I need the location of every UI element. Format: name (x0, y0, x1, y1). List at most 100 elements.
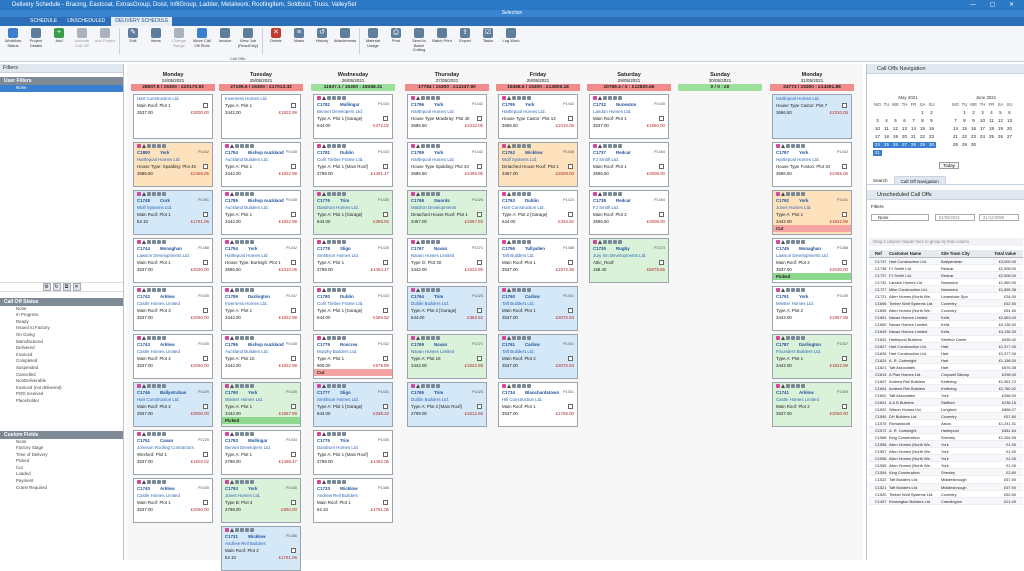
calendar-day[interactable]: 13 (900, 126, 909, 132)
call-off-ref[interactable]: C1799 (411, 150, 424, 155)
calendar-day[interactable]: 1 (960, 110, 969, 116)
calendar-day[interactable]: 2 (927, 110, 936, 116)
call-off-card[interactable]: C1761 Carlow P1401 Taft Builders Ltd. Main R… (498, 334, 578, 379)
filter-item[interactable]: Factory Stage (0, 445, 123, 452)
call-off-card[interactable]: C1748 Cork P1391 Wolf Systems Ltd. Main Roof… (133, 190, 213, 235)
select-checkbox[interactable] (203, 356, 208, 361)
copy-icon[interactable]: ⧉ (62, 282, 71, 291)
select-checkbox[interactable] (659, 212, 664, 217)
table-row[interactable]: C1601 A & B Builders Stafford £236.15 (869, 398, 1023, 406)
col-town[interactable]: Site Town City (941, 250, 985, 257)
calendar-day[interactable]: 25 (882, 142, 891, 148)
call-off-card[interactable]: C1796 York P1442 Hartlepool Homes Ltd. House… (407, 94, 487, 139)
table-row[interactable]: C1592 Wilson Homes Ltd. Longford £866.07 (869, 406, 1023, 414)
calendar-day[interactable]: 17 (978, 126, 987, 132)
table-row[interactable]: C1626 Hart Construction Ltd. Hart £1,377.00 (869, 350, 1023, 357)
table-row[interactable]: C1554 King Construction Shenley £2.80 (869, 469, 1023, 477)
select-checkbox[interactable] (291, 404, 296, 409)
june-year[interactable]: 2021 (986, 95, 996, 100)
select-checkbox[interactable] (203, 103, 208, 108)
call-off-status-header[interactable]: Call Off Status (0, 297, 123, 306)
filter-item[interactable]: Invoiced (0, 352, 123, 359)
select-checkbox[interactable] (383, 356, 388, 361)
calendar-day[interactable]: 9 (969, 118, 978, 124)
table-row[interactable]: C1520 Timber Wolf Systems Ltd. Coventry £52… (869, 491, 1023, 498)
table-row[interactable]: C1621 Taft Associates Hart £676.38 (869, 364, 1023, 371)
calendar-day[interactable]: 14 (951, 126, 960, 132)
table-row[interactable]: C1575 Richardcraft Aston £1,241.31 (869, 420, 1023, 428)
select-checkbox[interactable] (291, 356, 296, 361)
project-button[interactable]: Project Details (25, 26, 47, 54)
table-row[interactable]: C1738 FJ Smith Ltd. Redcar £2,508.00 (869, 265, 1023, 273)
select-checkbox[interactable] (291, 103, 296, 108)
select-checkbox[interactable] (659, 116, 664, 121)
calendar-day[interactable]: 20 (900, 134, 909, 140)
table-row[interactable]: C1568 King Construction Shenley £1,254.55 (869, 434, 1023, 442)
call-off-card[interactable]: C1745 Monaghan P1388 Lawson Developments Lt… (772, 238, 852, 283)
call-off-card[interactable]: C1790 York P1439 Minster Homes Ltd. Type A: … (221, 382, 301, 427)
calendar-day[interactable]: 15 (918, 126, 927, 132)
table-row[interactable]: C1732 Landon Homes Ltd. Nuneaton £1,960.00 (869, 279, 1023, 287)
calendar-day[interactable]: 27 (1005, 134, 1014, 140)
call-off-card[interactable]: C1756 Tullyallen P1388 Taft Builders Ltd. Ma… (498, 238, 578, 283)
col-value[interactable]: Total Value (985, 250, 1019, 257)
filter-item[interactable]: None (0, 306, 123, 313)
calendar-day[interactable]: 4 (882, 118, 891, 124)
select-checkbox[interactable] (477, 116, 482, 121)
attachment-button[interactable]: Attachments (334, 26, 356, 54)
select-checkbox[interactable] (383, 116, 388, 121)
filter-item[interactable]: Picked (0, 458, 123, 465)
select-checkbox[interactable] (203, 164, 208, 169)
select-checkbox[interactable] (568, 116, 573, 121)
may-month[interactable]: May (898, 95, 906, 100)
table-row[interactable]: C1721 Allen Homes (North We.. Lowestoke Sp… (869, 293, 1023, 301)
calendar-day[interactable]: 15 (960, 126, 969, 132)
calendar-day[interactable]: 3 (873, 118, 882, 124)
select-checkbox[interactable] (203, 308, 208, 313)
table-row[interactable]: C1695 Allen Homes (North We.. Coventry £51.… (869, 307, 1023, 315)
call-off-ref[interactable]: C1768 (411, 198, 424, 203)
calendar-day[interactable]: 22 (960, 134, 969, 140)
date-from-input[interactable]: 01/05/2021 (935, 214, 975, 221)
invoice-button[interactable]: Invoice (214, 26, 236, 54)
call-off-ref[interactable]: C1797 (776, 150, 789, 155)
call-off-card[interactable]: C1782 Mullingar P1434 Bennet Developers Ltd… (313, 94, 393, 139)
select-checkbox[interactable] (203, 500, 208, 505)
window-controls[interactable]: — ▢ ✕ (970, 0, 1020, 10)
call-off-ref[interactable]: C1760 (502, 294, 515, 299)
settings-icon[interactable]: ⚙ (42, 282, 51, 291)
tab-delivery-schedule[interactable]: DELIVERY SCHEDULE (111, 17, 173, 26)
table-row[interactable]: C1727 Mike Construction Ltd. Nuneaton £1,69… (869, 286, 1023, 294)
calendar-day[interactable]: 12 (891, 126, 900, 132)
call-off-ref[interactable]: C1746 (137, 390, 150, 395)
call-off-ref[interactable]: C1761 (502, 342, 515, 347)
call-off-card[interactable]: C1797 York P1442 Hartlepool Homes Ltd. House… (772, 142, 852, 187)
select-checkbox[interactable] (383, 164, 388, 169)
calendar-day[interactable]: 21 (909, 134, 918, 140)
calendar-day[interactable]: 27 (900, 142, 909, 148)
select-checkbox[interactable] (203, 404, 208, 409)
table-row[interactable]: C1590 DH Builders Ltd. Coventry £57.60 (869, 413, 1023, 421)
call-off-card[interactable]: C1776 Trim P1430 Dandrum Homes Ltd. Type A: … (313, 190, 393, 235)
batch-button[interactable]: Send to Batch Cutting (408, 26, 430, 54)
select-checkbox[interactable] (383, 260, 388, 265)
select-checkbox[interactable] (291, 164, 296, 169)
col-ref[interactable]: Ref (869, 250, 889, 257)
calendar-day[interactable]: 26 (891, 142, 900, 148)
calendar-day[interactable]: 5 (891, 118, 900, 124)
calendar-day[interactable]: 19 (996, 126, 1005, 132)
edit-button[interactable]: ✎ Edit (122, 26, 144, 54)
view-button[interactable]: View Job (ReadOnly) (237, 26, 259, 54)
refresh-icon[interactable]: ↻ (52, 282, 61, 291)
call-off-card[interactable]: C1800 York P1442 Hartlepool Homes Ltd. House… (133, 142, 213, 187)
table-row[interactable]: C1555 Allen Homes (North We.. York £1.00 (869, 462, 1023, 470)
calendar-day[interactable]: 2 (969, 110, 978, 116)
call-off-card[interactable]: C1746 Ballystrahan P1429 Hart Construction … (133, 382, 213, 427)
call-off-card[interactable]: C1791 York P1439 Minster Homes Ltd. Type A: … (772, 286, 852, 331)
call-off-card[interactable]: C1735 Rugby P1373 Jury Inn Developments Ltd… (589, 238, 669, 283)
call-off-ref[interactable]: C1764 (411, 294, 424, 299)
select-checkbox[interactable] (477, 212, 482, 217)
calendar-day[interactable]: 8 (918, 118, 927, 124)
call-off-card[interactable]: C1744 Monaghan P1388 Lawson Developments Lt… (133, 238, 213, 283)
table-row[interactable]: C1737 FJ Smith Ltd. Redcar £2,508.00 (869, 272, 1023, 280)
